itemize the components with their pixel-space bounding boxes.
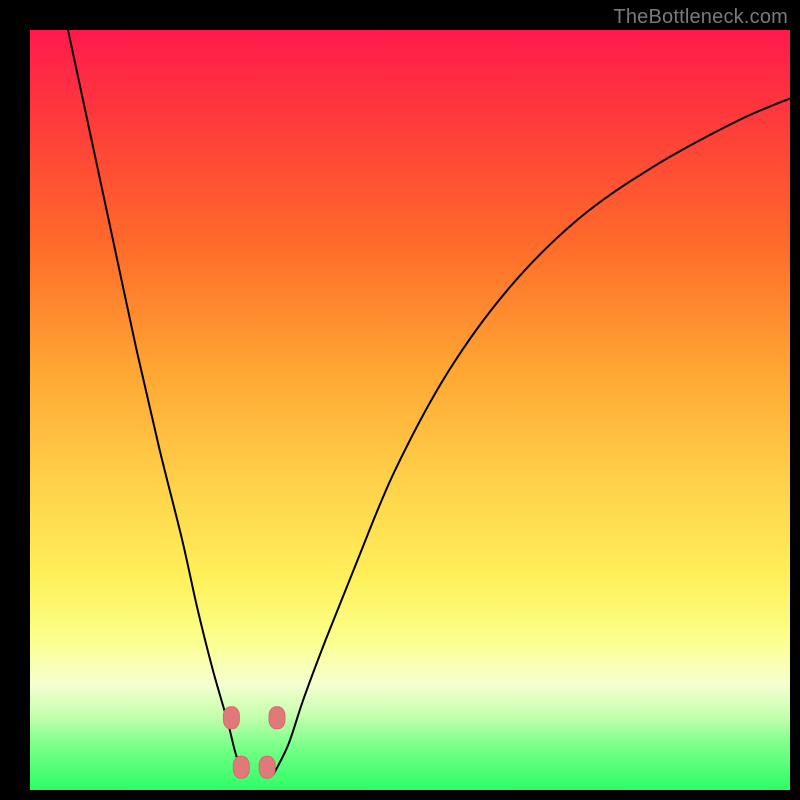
curve-layer: [30, 30, 790, 790]
marker-dot: [269, 707, 285, 729]
curve-right-branch: [273, 98, 790, 774]
plot-area: [30, 30, 790, 790]
chart-frame: TheBottleneck.com: [0, 0, 800, 800]
watermark-text: TheBottleneck.com: [613, 6, 788, 29]
marker-dot: [233, 756, 249, 778]
marker-dot: [223, 707, 239, 729]
curve-left-branch: [68, 30, 243, 775]
marker-dot: [259, 756, 275, 778]
